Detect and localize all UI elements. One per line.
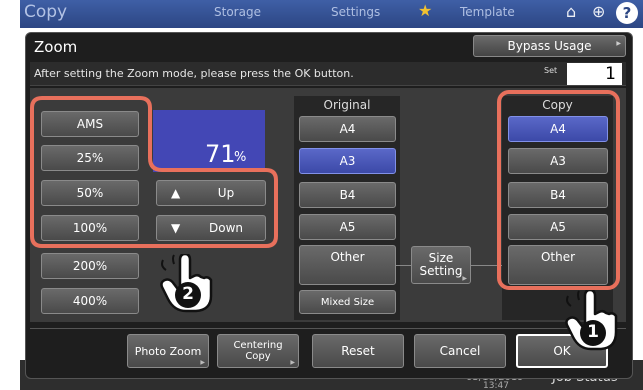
copy-size-highlight (497, 90, 620, 290)
hand-pointer-icon (565, 290, 618, 351)
screen: Copy Storage Settings ★ Template ⌂ ⊕ ? 0… (0, 0, 643, 390)
step-2-number: 2 (182, 284, 194, 304)
presets-highlight (30, 96, 278, 248)
step-1-number: 1 (587, 322, 599, 342)
